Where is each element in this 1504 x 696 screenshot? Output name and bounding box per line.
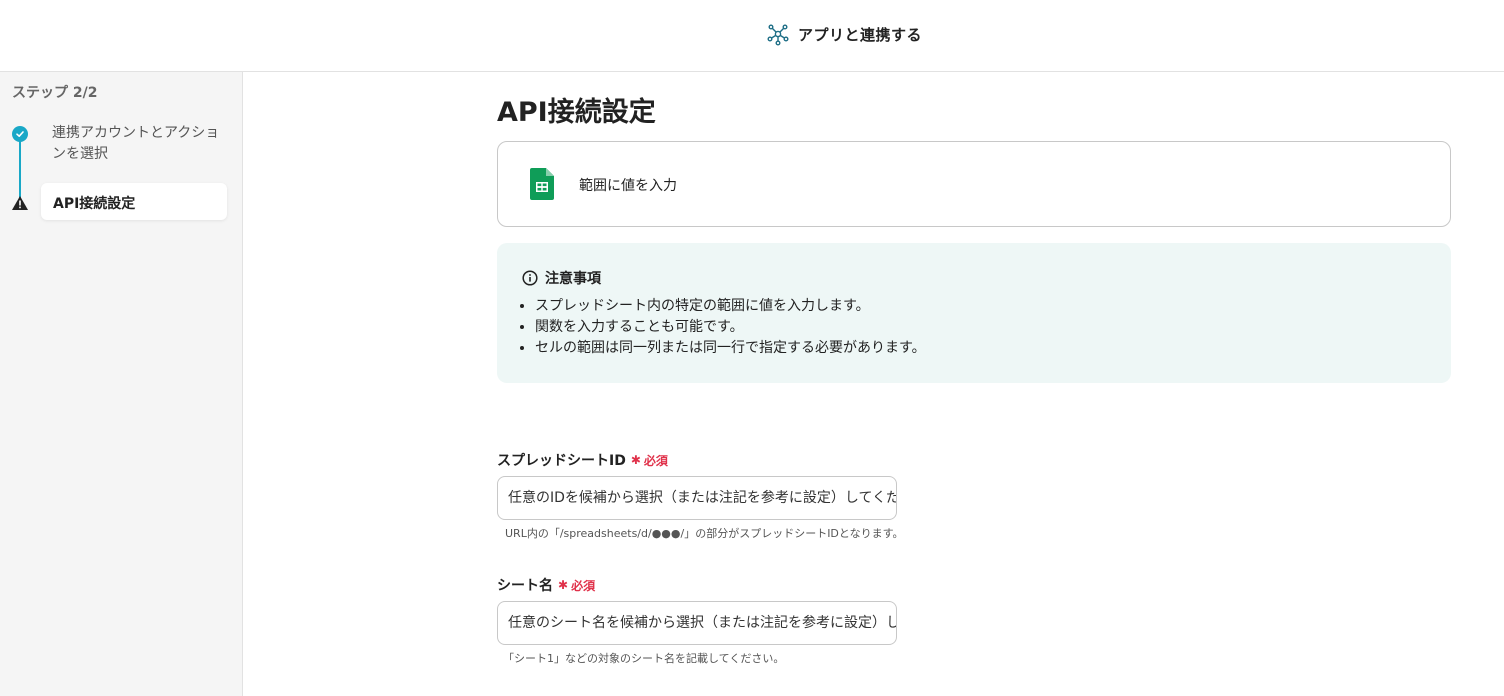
action-label: 範囲に値を入力 <box>579 178 677 194</box>
required-badge: ✱ 必須 <box>631 452 668 469</box>
required-badge: ✱ 必須 <box>558 577 595 594</box>
sidebar-step-api-settings[interactable]: API接続設定 <box>41 183 227 220</box>
google-sheets-icon <box>530 168 554 200</box>
spreadsheet-id-label: スプレッドシートID ✱ 必須 <box>497 450 668 470</box>
action-card: 範囲に値を入力 <box>497 141 1451 227</box>
required-text: 必須 <box>643 453 668 468</box>
notice-list: スプレッドシート内の特定の範囲に値を入力します。 関数を入力することも可能です。… <box>535 296 926 359</box>
page-title: API接続設定 <box>497 97 656 128</box>
spreadsheet-id-hint: URL内の「/spreadsheets/d/●●●/」の部分がスプレッドシートI… <box>505 527 904 540</box>
notice-title: 注意事項 <box>545 271 601 287</box>
notice-header: 注意事項 <box>522 268 601 288</box>
required-text: 必須 <box>571 578 596 593</box>
step-sidebar: ステップ 2/2 連携アカウントとアクションを選択 API接続設定 <box>0 72 243 696</box>
list-item: セルの範囲は同一列または同一行で指定する必要があります。 <box>535 338 926 359</box>
asterisk-icon: ✱ <box>630 453 641 467</box>
info-icon <box>522 270 538 286</box>
field-label-text: スプレッドシートID <box>497 453 626 469</box>
sidebar-step-select-action[interactable]: 連携アカウントとアクションを選択 <box>52 123 222 165</box>
field-label-text: シート名 <box>497 578 553 594</box>
sheet-name-label: シート名 ✱ 必須 <box>497 575 595 595</box>
timeline-line <box>19 140 21 202</box>
list-item: スプレッドシート内の特定の範囲に値を入力します。 <box>535 296 926 317</box>
warning-icon <box>12 196 28 210</box>
list-item: 関数を入力することも可能です。 <box>535 317 926 338</box>
sheet-name-hint: 「シート1」などの対象のシート名を記載してください。 <box>503 652 785 665</box>
sheet-name-input[interactable]: 任意のシート名を候補から選択（または注記を参考に設定）してください <box>497 601 897 645</box>
sidebar-step-label: API接続設定 <box>53 196 136 212</box>
app-header: アプリと連携する <box>0 0 1504 72</box>
step-counter: ステップ 2/2 <box>12 85 98 101</box>
header-title: アプリと連携する <box>766 22 922 46</box>
notice-box: 注意事項 スプレッドシート内の特定の範囲に値を入力します。 関数を入力することも… <box>497 243 1451 383</box>
spreadsheet-id-input[interactable]: 任意のIDを候補から選択（または注記を参考に設定）してください <box>497 476 897 520</box>
header-title-text: アプリと連携する <box>798 25 923 44</box>
check-icon <box>12 126 28 142</box>
asterisk-icon: ✱ <box>558 578 569 592</box>
network-icon <box>767 24 789 46</box>
